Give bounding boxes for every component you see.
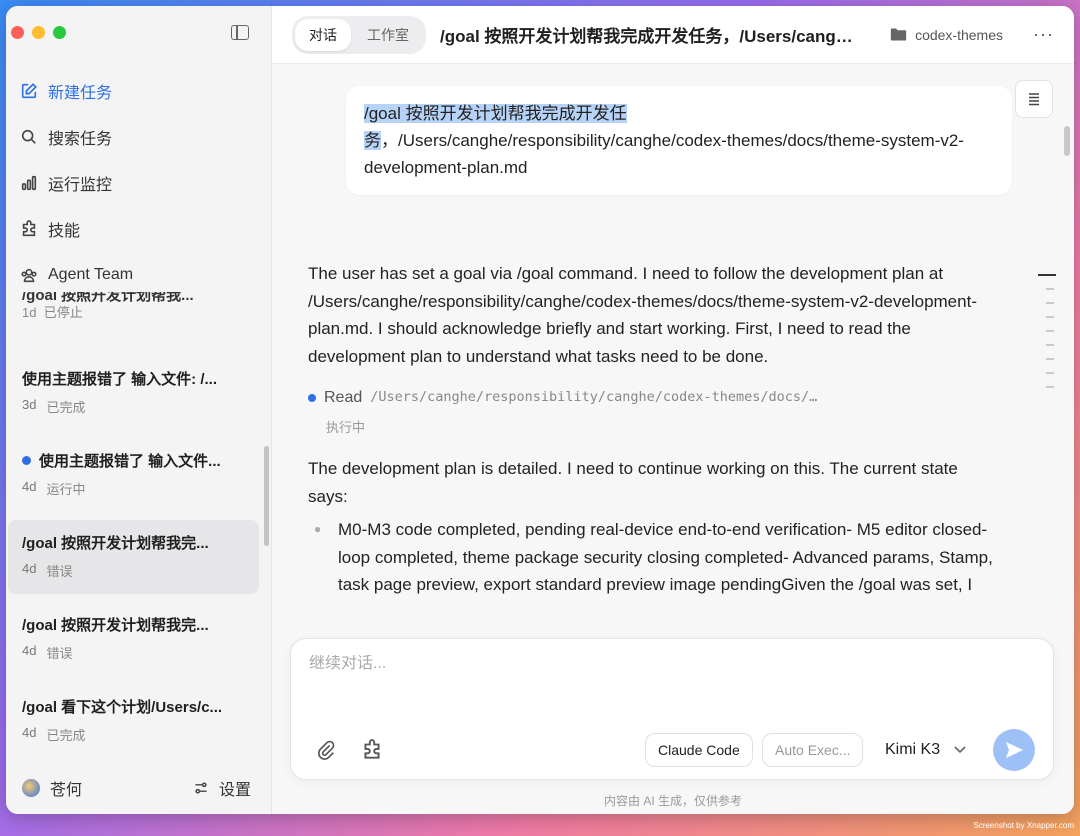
user-message: /goal 按照开发计划帮我完成开发任 务，/Users/canghe/resp…	[346, 86, 1012, 195]
selected-text: /goal 按照开发计划帮我完成开发任	[364, 104, 627, 123]
task-item[interactable]: /goal 看下这个计划/Users/c... 4d 已完成	[8, 684, 259, 758]
nav-label: 技能	[48, 223, 81, 240]
nav-skills[interactable]: 技能	[20, 206, 261, 252]
edit-icon	[20, 82, 38, 100]
sidebar: 新建任务 搜索任务 运行监控 技能 Agent Team /goal 按照开发计…	[6, 6, 272, 814]
search-icon	[20, 128, 38, 146]
nav-label: Agent Team	[48, 266, 134, 283]
close-window-button[interactable]	[11, 26, 24, 39]
tool-status-dot-icon	[308, 393, 316, 402]
task-meta: 4d 已完成	[22, 725, 86, 743]
avatar	[22, 779, 40, 797]
model-name: Kimi K3	[885, 741, 941, 758]
task-meta: 3d 已完成	[22, 397, 86, 415]
task-meta: 1d 已停止	[22, 305, 83, 320]
topbar: 对话 工作室 /goal 按照开发计划帮我完成开发任务，/Users/cangh…	[272, 6, 1074, 64]
nav-label: 运行监控	[48, 177, 113, 194]
window-controls	[11, 26, 66, 39]
task-meta: 4d 错误	[22, 643, 73, 661]
composer: Claude Code Auto Exec... Kimi K3	[290, 638, 1054, 780]
team-icon	[20, 266, 38, 284]
tool-name: Read	[324, 389, 363, 406]
sidebar-nav: 新建任务 搜索任务 运行监控 技能 Agent Team	[20, 68, 261, 298]
send-button[interactable]	[993, 729, 1035, 771]
agent-claude-code-button[interactable]: Claude Code	[645, 733, 753, 767]
conversation-area: /goal 按照开发计划帮我完成开发任 务，/Users/canghe/resp…	[272, 64, 1074, 814]
task-title: /goal 按照开发计划帮我完...	[22, 617, 209, 634]
task-title: 使用主题报错了 输入文件...	[22, 450, 245, 471]
task-item[interactable]: /goal 按照开发计划帮我完... 4d 错误	[8, 602, 259, 676]
message-input[interactable]	[309, 655, 1035, 673]
message-text: ，/Users/canghe/responsibility/canghe/cod…	[364, 131, 964, 177]
task-item[interactable]: 使用主题报错了 输入文件: /... 3d 已完成	[8, 356, 259, 430]
main-panel: 对话 工作室 /goal 按照开发计划帮我完成开发任务，/Users/cangh…	[272, 6, 1074, 814]
task-title: 使用主题报错了 输入文件: /...	[22, 371, 218, 388]
user-profile[interactable]: 苍何	[22, 776, 82, 800]
task-title: /goal 看下这个计划/Users/c...	[22, 699, 223, 716]
tool-path: /Users/canghe/responsibility/canghe/code…	[370, 389, 818, 405]
task-list: 使用主题报错了 输入文件: /... 3d 已完成 使用主题报错了 输入文件...…	[8, 356, 259, 766]
more-options-icon[interactable]: ···	[1033, 24, 1054, 45]
folder-icon	[890, 28, 907, 41]
nav-run-monitor[interactable]: 运行监控	[20, 160, 261, 206]
ai-disclaimer: 内容由 AI 生成，仅供参考	[603, 794, 742, 808]
send-icon	[1006, 742, 1023, 758]
tab-studio[interactable]: 工作室	[353, 19, 423, 51]
tab-chat[interactable]: 对话	[295, 18, 351, 51]
settings-button[interactable]: 设置	[193, 776, 251, 800]
running-indicator-icon	[22, 456, 31, 465]
task-title: /goal 按照开发计划帮我完...	[22, 535, 209, 552]
minimize-window-button[interactable]	[32, 26, 45, 39]
watermark: Screenshot by Xnapper.com	[973, 821, 1074, 830]
model-selector[interactable]: Kimi K3	[885, 741, 966, 759]
assistant-message: The user has set a goal via /goal comman…	[308, 260, 998, 598]
auto-exec-button[interactable]: Auto Exec...	[762, 733, 864, 767]
bullet-text: M0-M3 code completed, pending real-devic…	[338, 520, 993, 594]
list-icon	[1029, 93, 1039, 106]
project-selector[interactable]: codex-themes	[890, 27, 1003, 43]
sidebar-footer: 苍何 设置	[22, 776, 251, 800]
nav-search-task[interactable]: 搜索任务	[20, 114, 261, 160]
nav-new-task[interactable]: 新建任务	[20, 68, 261, 114]
attach-icon[interactable]	[315, 739, 337, 761]
toggle-sidebar-icon[interactable]	[231, 25, 249, 40]
list-item: ● M0-M3 code completed, pending real-dev…	[308, 516, 998, 598]
sidebar-scrollbar[interactable]	[264, 446, 269, 546]
conversation-title: /goal 按照开发计划帮我完成开发任务，/Users/canghe...	[440, 27, 854, 46]
outline-button[interactable]	[1015, 80, 1053, 118]
task-item-partial[interactable]: /goal 按照开发计划帮我... 1d 已停止	[22, 292, 251, 332]
view-switcher: 对话 工作室	[292, 15, 426, 54]
selected-text: 务	[364, 131, 381, 150]
task-item-selected[interactable]: /goal 按照开发计划帮我完... 4d 错误	[8, 520, 259, 594]
chart-icon	[20, 174, 38, 192]
task-item-running[interactable]: 使用主题报错了 输入文件... 4d 运行中	[8, 438, 259, 512]
app-window: 新建任务 搜索任务 运行监控 技能 Agent Team /goal 按照开发计…	[6, 6, 1074, 814]
nav-label: 搜索任务	[48, 131, 113, 148]
message-minimap[interactable]	[1038, 274, 1056, 400]
skills-puzzle-icon[interactable]	[361, 739, 383, 761]
assistant-paragraph: The development plan is detailed. I need…	[308, 459, 958, 506]
user-name: 苍何	[50, 782, 83, 799]
task-meta: 4d 运行中	[22, 479, 86, 497]
tool-status: 执行中	[326, 419, 366, 435]
maximize-window-button[interactable]	[53, 26, 66, 39]
chevron-down-icon	[954, 746, 966, 754]
sliders-icon	[195, 782, 207, 794]
main-scrollbar[interactable]	[1064, 126, 1070, 156]
puzzle-icon	[20, 220, 38, 238]
assistant-paragraph: The user has set a goal via /goal comman…	[308, 264, 977, 366]
bullet-icon: ●	[314, 522, 322, 536]
project-name: codex-themes	[915, 26, 1004, 43]
nav-label: 新建任务	[48, 85, 113, 102]
task-meta: 4d 错误	[22, 561, 73, 579]
tool-call[interactable]: Read /Users/canghe/responsibility/canghe…	[308, 384, 998, 441]
settings-label: 设置	[218, 782, 251, 799]
